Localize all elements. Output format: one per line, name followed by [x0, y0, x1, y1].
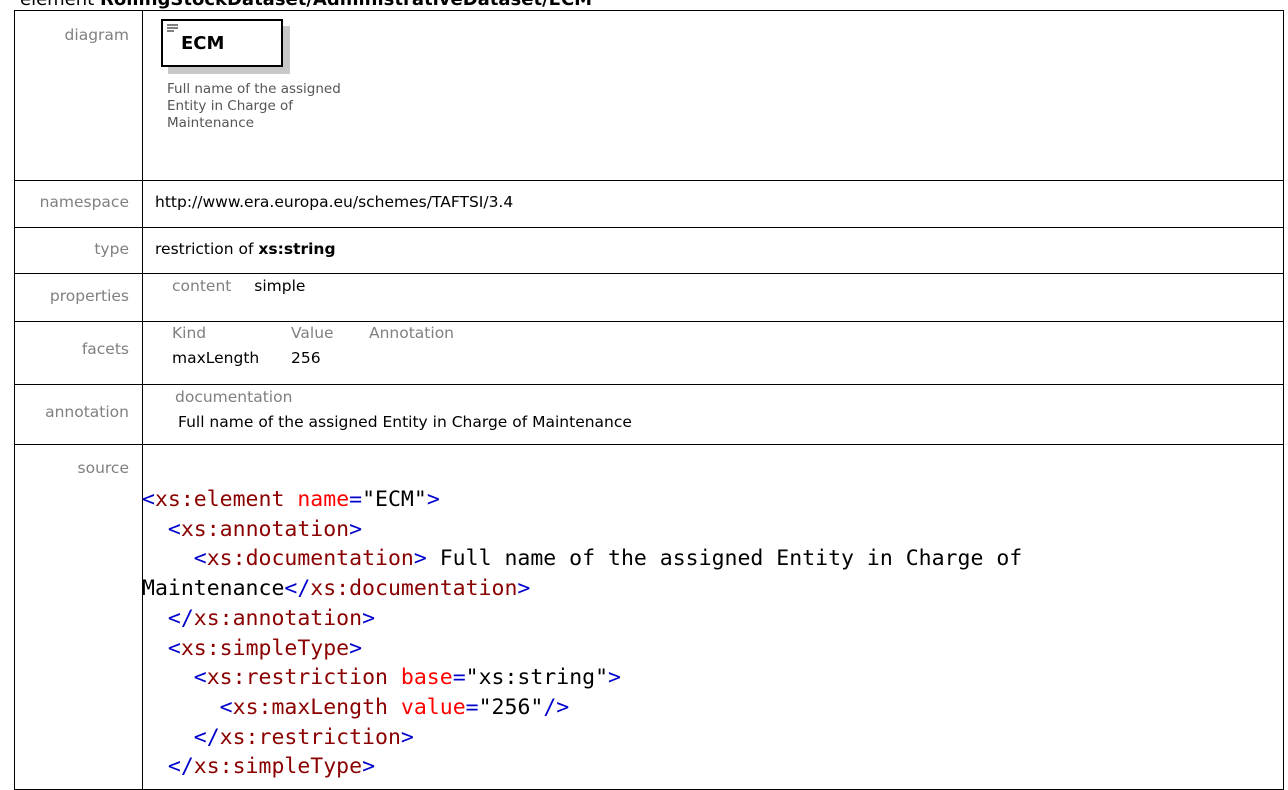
- facets-col-annotation: Annotation: [369, 324, 455, 342]
- annotation-text: Full name of the assigned Entity in Char…: [178, 413, 632, 431]
- row-namespace: namespace http://www.era.europa.eu/schem…: [15, 181, 1283, 228]
- source-code: <xs:element name="ECM"> <xs:annotation> …: [142, 487, 1023, 780]
- diagram-doc-line: Maintenance: [167, 115, 254, 131]
- code-tag: xs:simpleType: [180, 635, 350, 661]
- code-value: "xs:string": [465, 665, 609, 691]
- label-diagram: diagram: [64, 26, 129, 44]
- namespace-value: http://www.era.europa.eu/schemes/TAFTSI/…: [155, 193, 514, 211]
- code-attr: base: [400, 665, 453, 691]
- diagram-documentation: Full name of the assigned Entity in Char…: [167, 81, 397, 132]
- properties-value: simple: [254, 277, 306, 295]
- type-value: restriction of xs:string: [155, 240, 336, 258]
- code-tag: xs:annotation: [180, 516, 350, 542]
- type-base-link[interactable]: xs:string: [258, 240, 335, 258]
- row-annotation: annotation documentation Full name of th…: [15, 385, 1283, 445]
- label-facets: facets: [81, 340, 129, 358]
- facets-value: 256: [291, 349, 321, 367]
- properties-table: content simple: [172, 277, 305, 295]
- diagram-doc-line: Full name of the assigned: [167, 81, 341, 97]
- element-box-icon[interactable]: ECM: [161, 19, 283, 67]
- type-prefix: restriction of: [155, 240, 254, 258]
- facets-col-value: Value: [291, 324, 334, 342]
- code-tag: xs:maxLength: [232, 694, 388, 720]
- label-type: type: [94, 240, 129, 258]
- code-tag: xs:annotation: [193, 605, 363, 631]
- label-properties: properties: [49, 287, 129, 305]
- row-facets: facets Kind Value Annotation maxLength 2…: [15, 322, 1283, 385]
- facets-col-kind: Kind: [172, 324, 207, 342]
- element-lines-icon: [167, 24, 178, 32]
- diagram-element-name: ECM: [181, 33, 225, 54]
- diagram-doc-line: Entity in Charge of: [167, 98, 294, 114]
- heading-path: RollingStockDataset/AdministrativeDatase…: [100, 0, 592, 10]
- code-value: "ECM": [362, 487, 427, 512]
- code-text: Maintenance: [142, 576, 285, 602]
- code-tag: xs:documentation: [206, 546, 414, 572]
- heading-prefix: element: [20, 0, 94, 10]
- label-source: source: [77, 459, 129, 477]
- code-attr: name: [297, 487, 350, 512]
- properties-key: content: [172, 277, 232, 295]
- label-annotation: annotation: [45, 403, 129, 421]
- page-heading: element RollingStockDataset/Administrati…: [20, 0, 592, 10]
- annotation-sublabel: documentation: [175, 388, 293, 406]
- label-namespace: namespace: [39, 193, 129, 211]
- facets-kind: maxLength: [172, 349, 260, 367]
- row-diagram: diagram ECM Full name of the assigned En…: [15, 11, 1283, 181]
- code-tag: xs:restriction: [206, 665, 388, 691]
- code-tag: xs:documentation: [310, 576, 518, 602]
- code-tag: xs:restriction: [219, 724, 401, 750]
- row-properties: properties content simple: [15, 274, 1283, 322]
- code-tag: xs:simpleType: [193, 754, 363, 780]
- code-value: "256": [478, 694, 544, 720]
- code-tag: xs:element: [154, 487, 285, 512]
- row-type: type restriction of xs:string: [15, 228, 1283, 274]
- code-attr: value: [400, 694, 466, 720]
- code-text: Full name of the assigned Entity in Char…: [426, 546, 1023, 572]
